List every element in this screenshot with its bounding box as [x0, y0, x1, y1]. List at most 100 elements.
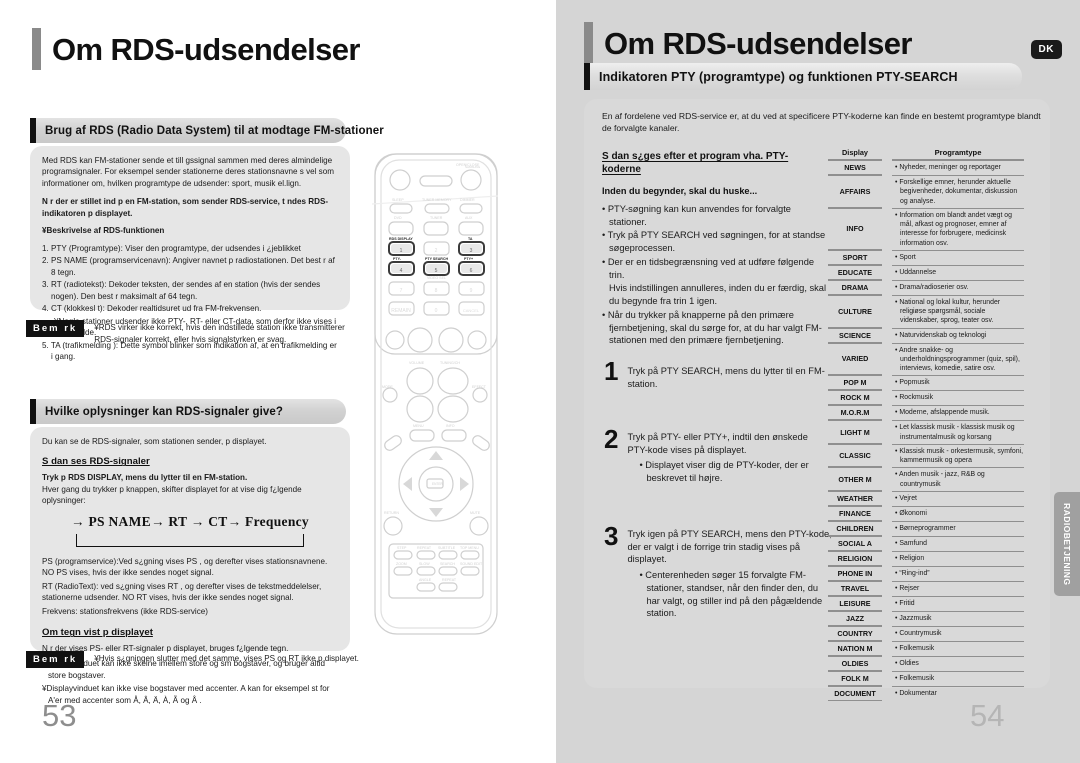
- pty-programtype-desc: • Moderne, afslappende musik.: [892, 405, 1024, 420]
- pty-table-row: CULTURE • National og lokal kultur, herun…: [828, 294, 1024, 328]
- section1-item-3: 3. RT (radiotekst): Dekoder teksten, der…: [42, 280, 321, 301]
- section2-def-frekvens: Frekvens: stationsfrekvens (ikke RDS-ser…: [42, 606, 208, 616]
- pty-table-row: NATION M • Folkemusik: [828, 640, 1024, 656]
- svg-text:MODE: MODE: [382, 385, 393, 389]
- pty-table-row: LIGHT M • Let klassisk musik - klassisk m…: [828, 420, 1024, 444]
- svg-text:MENU: MENU: [413, 424, 424, 428]
- section2-sub1-text: Hver gang du trykker p knappen, skifter …: [42, 484, 302, 506]
- section1-item-1: 1. PTY (Programtype): Viser den programt…: [42, 243, 301, 253]
- pty-step-3-number: 3: [604, 521, 619, 551]
- pty-display-code: INFO: [828, 207, 882, 250]
- pty-table-body: NEWS • Nyheder, meninger og reportager AFF…: [828, 160, 1024, 701]
- svg-text:2: 2: [435, 248, 438, 254]
- pty-programtype-desc: • Børneprogrammer: [892, 520, 1024, 536]
- svg-text:1: 1: [400, 248, 403, 254]
- pty-table-row: POP M • Popmusik: [828, 375, 1024, 391]
- svg-text:TUNING/CH: TUNING/CH: [440, 361, 460, 365]
- section2-sub2-heading: Om tegn vist p displayet: [42, 627, 153, 639]
- pty-intro-text: En af fordelene ved RDS-service er, at d…: [602, 111, 1041, 134]
- note-badge-1: Bem rk: [26, 320, 85, 337]
- section2-sub1-bold: Tryk p RDS DISPLAY, mens du lytter til e…: [42, 473, 248, 483]
- pty-programtype-desc: • National og lokal kultur, herunder rel…: [892, 294, 1024, 328]
- pty-display-code: CHILDREN: [828, 520, 882, 536]
- pty-display-code: PHONE IN: [828, 565, 882, 581]
- pty-programtype-desc: • Countrymusik: [892, 625, 1024, 641]
- pty-display-code: TRAVEL: [828, 580, 882, 596]
- pty-programtype-desc: • Information om blandt andet vægt og må…: [892, 207, 1024, 250]
- note-text-1: ¥RDS virker ikke korrekt, hvis den indst…: [94, 323, 345, 344]
- pty-programtype-desc: • Let klassisk musik - klassisk musik og…: [892, 420, 1024, 444]
- pty-programtype-desc: • Popmusik: [892, 375, 1024, 390]
- section1-sub-heading: ¥Beskrivelse af RDS-funktionen: [42, 226, 165, 236]
- svg-text:SOUND EDIT: SOUND EDIT: [460, 562, 483, 566]
- pty-display-code: DRAMA: [828, 279, 882, 295]
- svg-text:REPEAT: REPEAT: [417, 546, 432, 550]
- pty-display-code: WEATHER: [828, 490, 882, 506]
- svg-text:5: 5: [435, 268, 438, 274]
- pty-display-code: POP M: [828, 375, 882, 391]
- pty-remember-bullet-4: Hvis indstillingen annulleres, inden du …: [609, 283, 827, 307]
- svg-text:CANCEL: CANCEL: [463, 308, 480, 313]
- pty-display-code: OTHER M: [828, 467, 882, 491]
- svg-text:DVD: DVD: [394, 216, 402, 220]
- pty-programtype-desc: • Rejser: [892, 580, 1024, 596]
- section2-sub2-bullet-2: ¥Displayvinduet kan ikke vise bogstaver …: [42, 684, 330, 706]
- svg-text:ANGLE: ANGLE: [419, 578, 432, 582]
- pty-step-2: 2 Tryk på PTY- eller PTY+, indtil den øn…: [604, 424, 829, 485]
- section2-panel: Du kan se de RDS-signaler, som stationen…: [30, 427, 350, 705]
- pty-display-code: JAZZ: [828, 610, 882, 626]
- pty-step-1: 1 Tryk på PTY SEARCH, mens du lytter til…: [604, 356, 829, 390]
- pty-programtype-desc: • Folkemusik: [892, 670, 1024, 686]
- pty-step-1-number: 1: [604, 356, 619, 386]
- pty-display-code: LEISURE: [828, 595, 882, 611]
- pty-display-code: SCIENCE: [828, 327, 882, 343]
- section1-panel: Med RDS kan FM-stationer sende et till g…: [30, 146, 350, 361]
- svg-text:SEARCH: SEARCH: [440, 562, 455, 566]
- pty-programtype-desc: • Anden musik - jazz, R&B og countrymusi…: [892, 467, 1024, 491]
- pty-programtype-desc: • Vejret: [892, 490, 1024, 506]
- svg-text:AUX: AUX: [465, 216, 473, 220]
- left-page-title: Om RDS-udsendelser: [32, 28, 360, 70]
- pty-display-code: LIGHT M: [828, 420, 882, 444]
- pty-table-row: DRAMA • Drama/radioserier osv.: [828, 279, 1024, 295]
- pty-step-2-number: 2: [604, 424, 619, 454]
- pty-programtype-desc: • Rockmusik: [892, 390, 1024, 405]
- pty-display-code: NATION M: [828, 640, 882, 656]
- pty-remember-bullet-5: • Når du trykker på knapperne på den pri…: [602, 309, 822, 346]
- pty-table-row: WEATHER • Vejret: [828, 490, 1024, 506]
- pty-table-header-row: Display Programtype: [828, 148, 1024, 160]
- section1-note: Bem rk ¥RDS virker ikke korrekt, hvis de…: [26, 320, 356, 345]
- pty-section-header-text: Indikatoren PTY (programtype) og funktio…: [599, 69, 958, 84]
- section2-note: Bem rk ¥Hvis s¿gningen slutter med det s…: [26, 651, 366, 668]
- remote-control-illustration: RDS DISPLAY TA PTY- PTY SEARCH PTY+ OPEN…: [371, 148, 558, 653]
- pty-remember-bullet-1: • PTY-søgning kan kun anvendes for forva…: [602, 204, 791, 227]
- section-header-text: Brug af RDS (Radio Data System) til at m…: [45, 124, 384, 137]
- pty-table-row: LEISURE • Fritid: [828, 595, 1024, 611]
- svg-text:8: 8: [435, 288, 438, 294]
- section1-item-2: 2. PS NAME (programservicenavn): Angiver…: [42, 256, 335, 277]
- pty-programtype-desc: • Naturvidenskab og teknologi: [892, 327, 1024, 343]
- svg-text:3: 3: [470, 248, 473, 254]
- pty-sub-heading-text: S dan s¿ges efter et program vha. PTY-ko…: [602, 151, 789, 176]
- pty-table-row: EDUCATE • Uddannelse: [828, 264, 1024, 280]
- pty-table-row: AFFAIRS • Forskellige emner, herunder akt…: [828, 175, 1024, 208]
- note-badge-2: Bem rk: [26, 651, 85, 668]
- pty-table-row: CHILDREN • Børneprogrammer: [828, 520, 1024, 536]
- pty-programtype-desc: • Drama/radioserier osv.: [892, 279, 1024, 295]
- pty-programtype-desc: • Andre snakke- og underholdningsprogram…: [892, 342, 1024, 376]
- pty-display-code: AFFAIRS: [828, 175, 882, 208]
- rds-display-flow-loop: [76, 533, 304, 547]
- svg-text:MUTE: MUTE: [470, 511, 481, 515]
- pty-programtype-desc: • Samfund: [892, 535, 1024, 551]
- remote-label-ta: TA: [468, 237, 473, 241]
- svg-text:REPEAT: REPEAT: [442, 578, 457, 582]
- pty-display-code: COUNTRY: [828, 625, 882, 641]
- side-tab-radiobetjening: RADIOBETJENING: [1054, 492, 1080, 596]
- locale-badge-dk: DK: [1030, 40, 1062, 59]
- pty-display-code: EDUCATE: [828, 264, 882, 280]
- svg-text:6: 6: [470, 268, 473, 274]
- svg-text:VOLUME: VOLUME: [409, 361, 425, 365]
- pty-display-code: SOCIAL A: [828, 535, 882, 551]
- pty-display-code: RELIGION: [828, 550, 882, 566]
- pty-remember-bullet-3: • Der er en tidsbegrænsning ved at udfør…: [602, 256, 815, 280]
